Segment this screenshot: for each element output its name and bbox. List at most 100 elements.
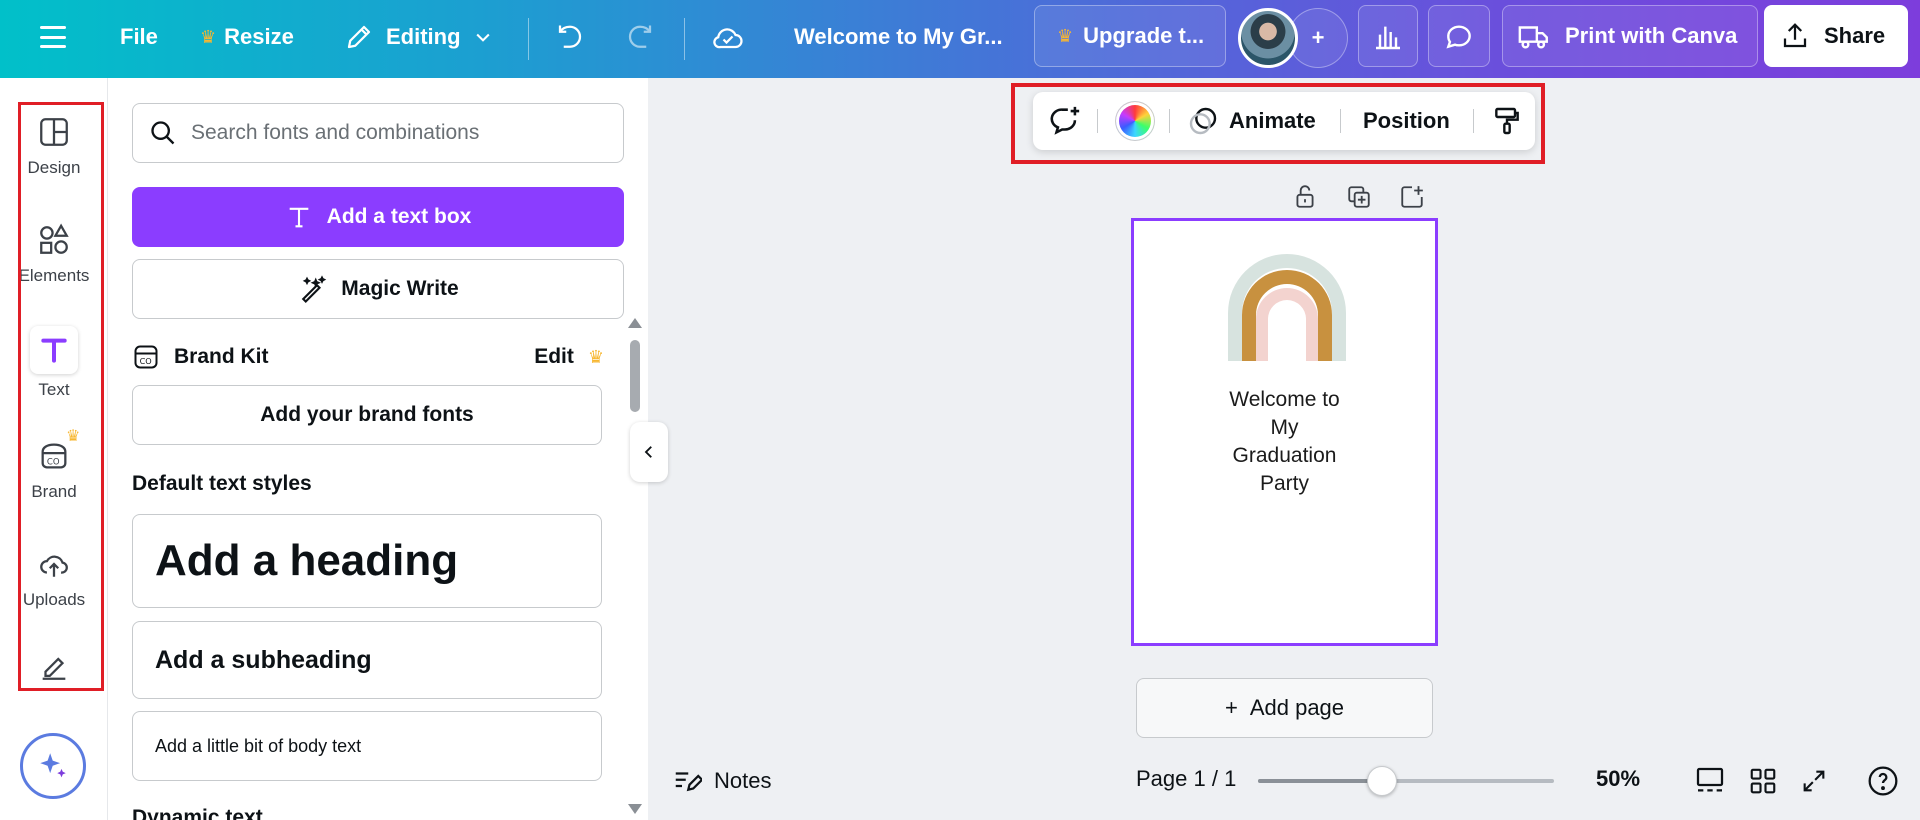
zoom-slider-handle[interactable] [1367, 766, 1397, 796]
redo-icon [628, 25, 652, 48]
toolbar-divider [528, 18, 529, 60]
add-body-text-card[interactable]: Add a little bit of body text [132, 711, 602, 781]
svg-text:CO: CO [140, 356, 152, 366]
animate-button[interactable]: Animate [1187, 92, 1316, 150]
chevron-down-icon [475, 33, 490, 42]
toolbar-divider [1169, 109, 1170, 133]
insights-button[interactable] [1358, 5, 1418, 67]
add-text-box-button[interactable]: Add a text box [132, 187, 624, 247]
search-input[interactable] [191, 121, 591, 145]
copy-style-button[interactable] [1489, 92, 1525, 150]
bar-chart-icon [1376, 26, 1400, 50]
bottom-bar: Notes Page 1 / 1 50% [648, 742, 1920, 820]
scroll-down-arrow[interactable] [628, 804, 642, 814]
share-label: Share [1824, 23, 1886, 48]
brand-kit-edit-link[interactable]: Edit [534, 345, 574, 369]
cloud-check-icon [713, 28, 743, 49]
comment-icon [1446, 25, 1471, 49]
add-page-icon [1401, 186, 1423, 208]
duplicate-icon [1348, 186, 1370, 208]
add-brand-fonts-button[interactable]: Add your brand fonts [132, 385, 602, 445]
page-view-button[interactable] [1689, 760, 1731, 802]
default-text-styles-heading: Default text styles [132, 472, 312, 495]
add-page-after-button[interactable] [1395, 180, 1429, 214]
comments-button[interactable] [1428, 5, 1490, 67]
comment-add-icon [1050, 106, 1080, 135]
editing-mode-dropdown[interactable]: Editing [344, 18, 493, 56]
search-icon [151, 121, 175, 145]
file-menu-button[interactable]: File [120, 22, 158, 52]
magic-assistant-button[interactable] [20, 733, 86, 799]
page-text-line: Graduation [1232, 444, 1337, 467]
add-text-box-label: Add a text box [326, 205, 472, 228]
magic-write-button[interactable]: Magic Write [132, 259, 624, 319]
add-heading-card[interactable]: Add a heading [132, 514, 602, 608]
avatar[interactable] [1238, 8, 1298, 68]
add-page-button[interactable]: + Add page [1136, 678, 1433, 738]
zoom-slider[interactable] [1258, 766, 1554, 796]
print-label: Print with Canva [1565, 23, 1738, 48]
color-picker-button[interactable] [1115, 92, 1155, 150]
zoom-level[interactable]: 50% [1596, 766, 1640, 792]
undo-icon [558, 25, 582, 48]
paint-roller-icon [1495, 107, 1519, 135]
page-text-line: Welcome to [1229, 388, 1340, 411]
help-button[interactable] [1862, 760, 1904, 802]
zoom-slider-fill [1258, 779, 1382, 783]
toolbar-divider [1097, 109, 1098, 133]
font-search-box[interactable] [132, 103, 624, 163]
grid-icon [1750, 768, 1776, 794]
sparkle-icon [40, 753, 66, 778]
panel-scrollbar-thumb[interactable] [630, 340, 640, 412]
crown-icon: ♛ [1057, 25, 1074, 46]
menu-icon[interactable] [40, 26, 66, 48]
chevron-left-icon [644, 446, 652, 458]
fullscreen-button[interactable] [1793, 760, 1835, 802]
rainbow-graphic[interactable] [1222, 251, 1352, 366]
context-toolbar: Animate Position [1033, 92, 1535, 150]
crown-icon: ♛ [587, 346, 604, 367]
page-text-line: My [1270, 416, 1299, 439]
upgrade-button[interactable]: ♛ Upgrade t... [1034, 5, 1226, 67]
brand-kit-row: CO Brand Kit Edit ♛ [132, 340, 604, 374]
toolbar-divider [1473, 109, 1474, 133]
resize-label: Resize [224, 24, 294, 49]
notes-button[interactable]: Notes [672, 766, 771, 796]
pencil-icon [347, 25, 371, 49]
magic-pen-icon [302, 275, 327, 304]
position-button[interactable]: Position [1363, 92, 1450, 150]
document-title[interactable]: Welcome to My Gr... [794, 22, 1003, 52]
add-comment-button[interactable] [1045, 92, 1085, 150]
text-panel: Add a text box Magic Write CO Brand Kit … [108, 78, 648, 820]
plus-icon: + [1224, 695, 1238, 720]
page-title-text[interactable]: Welcome to My Graduation Party [1181, 386, 1388, 498]
expand-icon [1803, 770, 1825, 792]
page-text-line: Party [1259, 472, 1309, 495]
duplicate-page-button[interactable] [1342, 180, 1376, 214]
animate-icon [1189, 107, 1217, 135]
save-status-button[interactable] [708, 18, 748, 58]
animate-label: Animate [1229, 108, 1316, 133]
lock-page-button[interactable] [1288, 180, 1322, 214]
color-wheel-icon [1116, 102, 1154, 140]
print-with-canva-button[interactable]: Print with Canva [1502, 5, 1758, 67]
upgrade-label: Upgrade t... [1083, 23, 1205, 48]
collapse-panel-button[interactable] [630, 422, 668, 482]
undo-button[interactable] [552, 20, 588, 56]
scroll-up-arrow[interactable] [628, 318, 642, 328]
redo-button[interactable] [622, 20, 658, 56]
resize-button[interactable]: ♛ Resize [200, 22, 294, 52]
add-page-label: Add page [1249, 695, 1345, 720]
add-subheading-card[interactable]: Add a subheading [132, 621, 602, 699]
dynamic-text-heading: Dynamic text [132, 806, 263, 820]
unlock-icon [1296, 185, 1314, 208]
page-indicator[interactable]: Page 1 / 1 [1136, 766, 1236, 792]
share-button[interactable]: Share [1764, 5, 1908, 67]
brand-kit-icon: CO [134, 345, 158, 369]
toolbar-divider [1340, 109, 1341, 133]
share-upload-icon [1783, 23, 1807, 48]
grid-view-button[interactable] [1742, 760, 1784, 802]
notes-icon [675, 772, 702, 792]
top-bar: File ♛ Resize Editing Welcome to My Gr..… [0, 0, 1920, 78]
truck-icon [1518, 26, 1548, 49]
